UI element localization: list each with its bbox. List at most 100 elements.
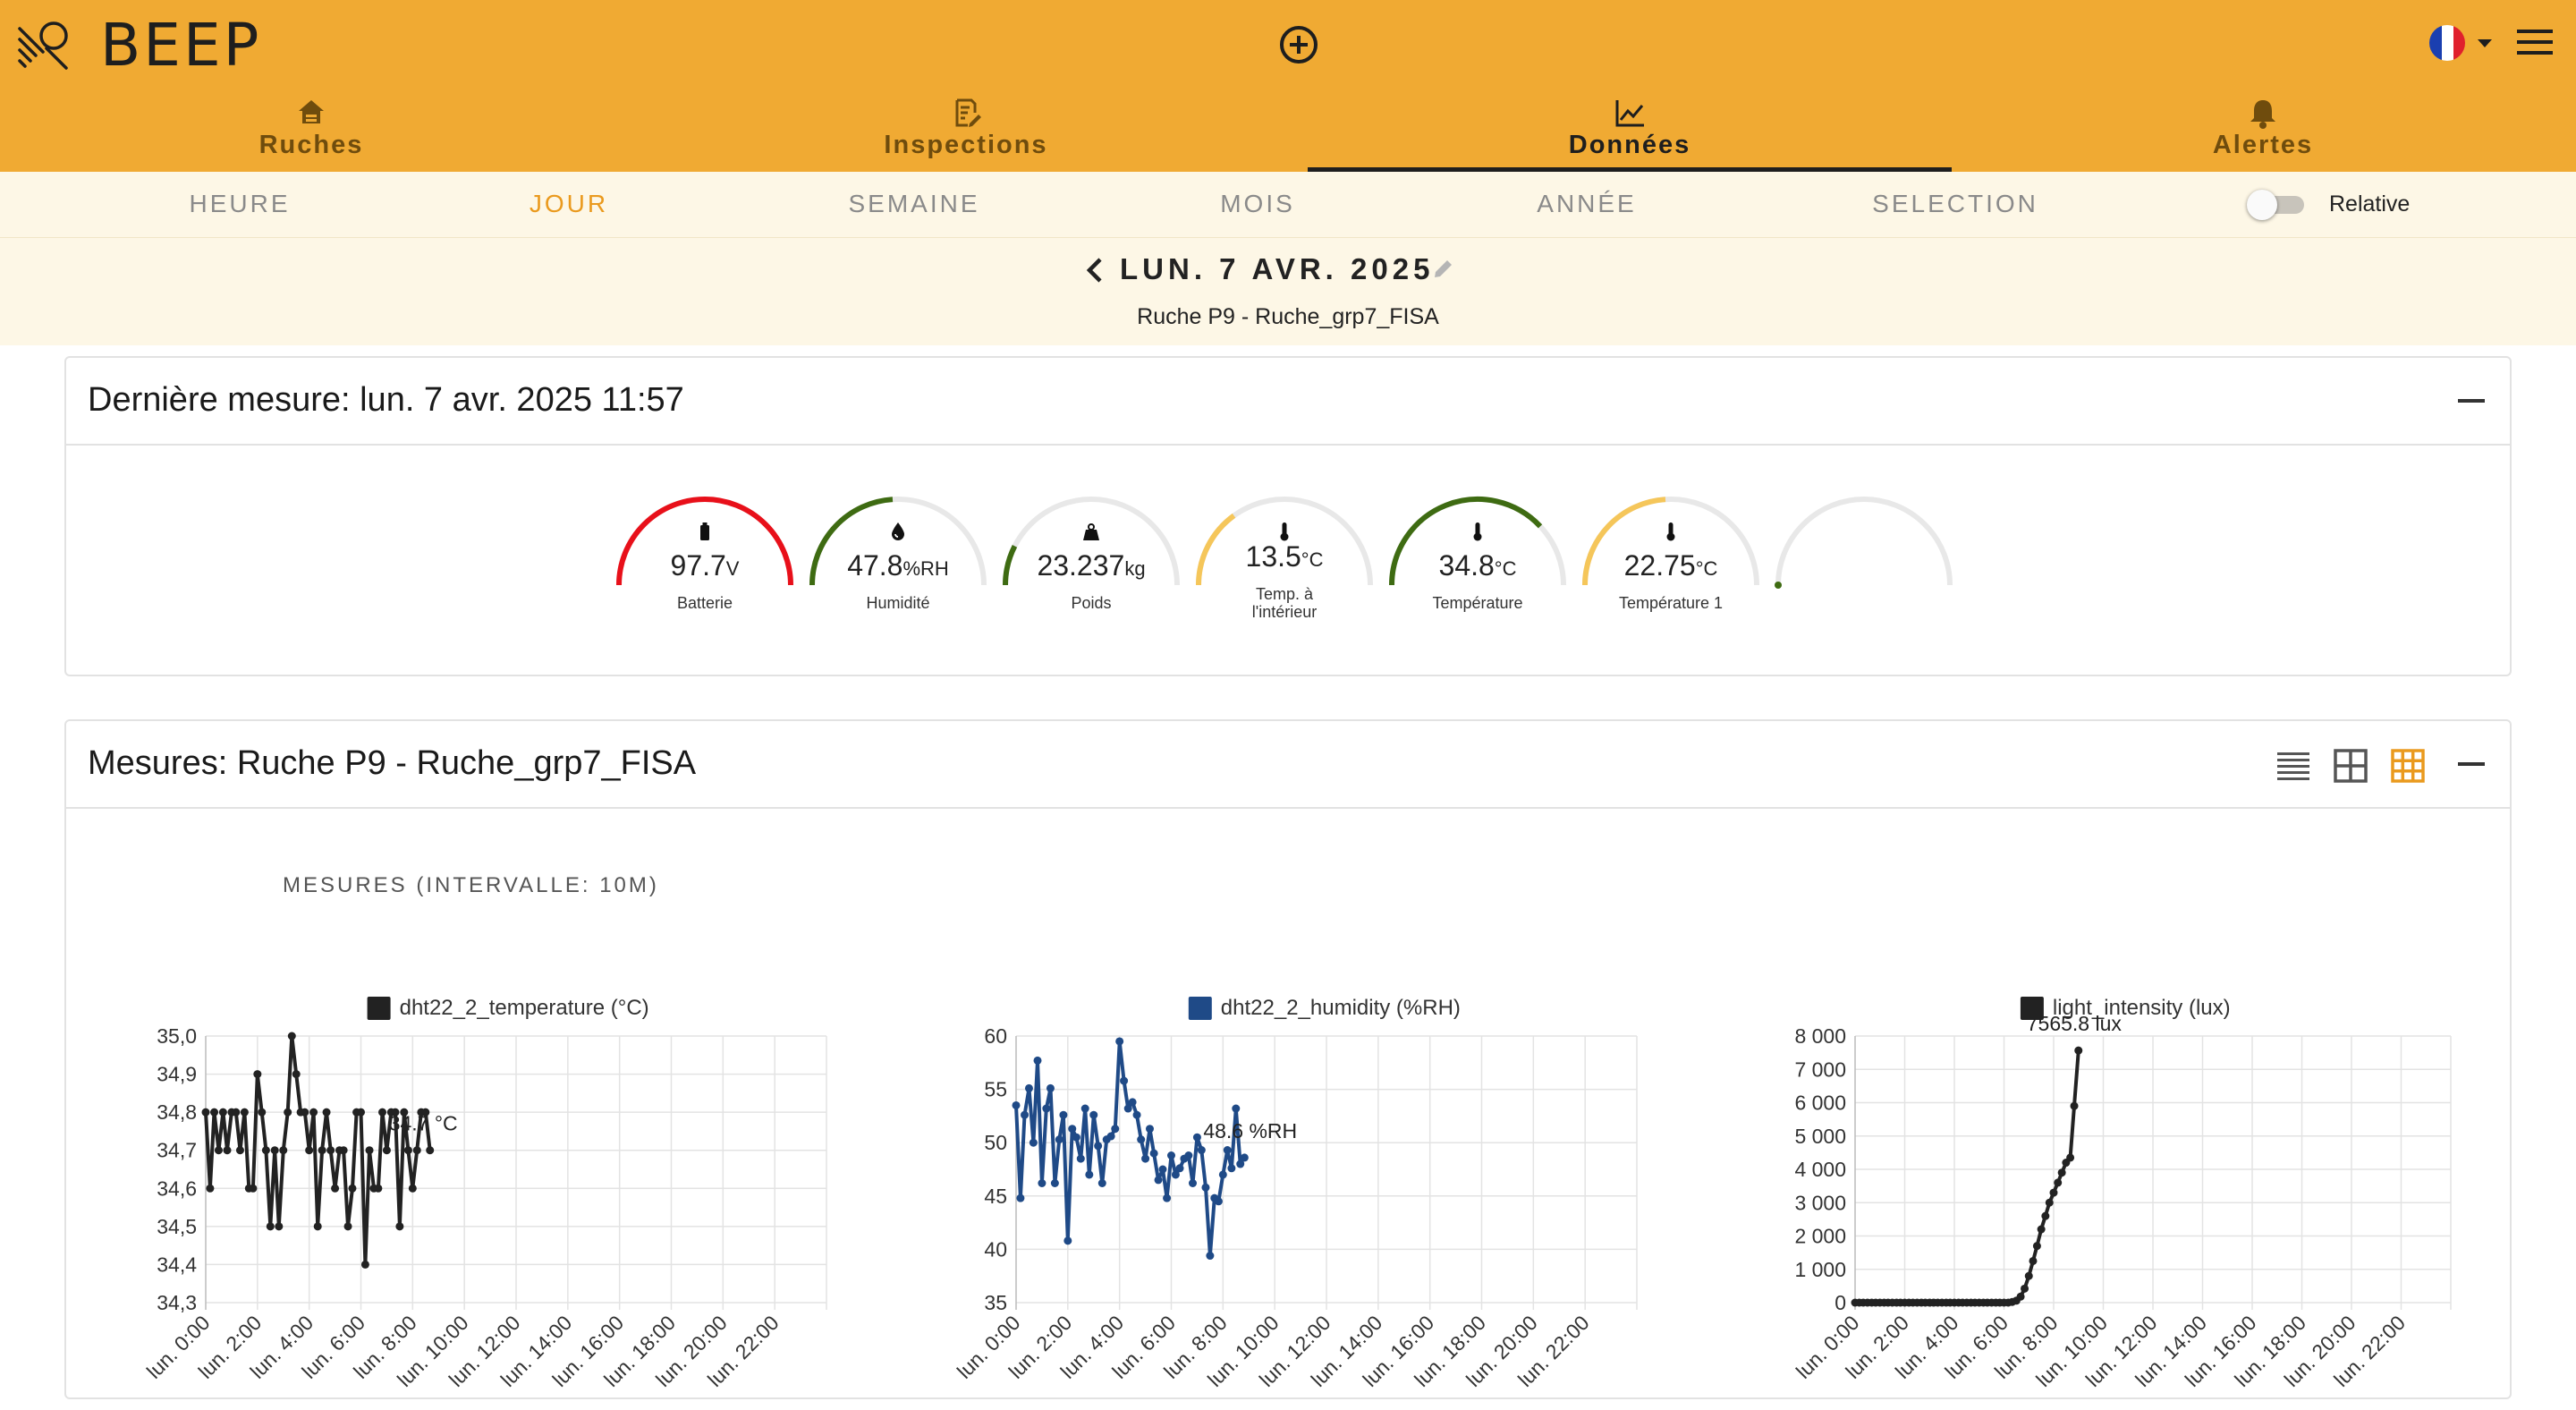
period-heure[interactable]: HEURE [189, 190, 290, 218]
collapse-icon[interactable] [2458, 399, 2485, 403]
data-point[interactable] [1080, 1104, 1089, 1113]
data-point[interactable] [1072, 1133, 1080, 1142]
tab-inspections[interactable]: Inspections [644, 93, 1288, 172]
data-point[interactable] [287, 1032, 296, 1041]
data-point[interactable] [2054, 1178, 2063, 1187]
data-point[interactable] [1033, 1056, 1042, 1065]
data-point[interactable] [1059, 1110, 1068, 1119]
data-point[interactable] [412, 1146, 421, 1155]
data-point[interactable] [1038, 1178, 1046, 1187]
period-annee[interactable]: ANNÉE [1537, 190, 1636, 218]
data-point[interactable] [1068, 1125, 1077, 1134]
data-point[interactable] [1206, 1252, 1215, 1261]
data-point[interactable] [210, 1108, 219, 1117]
data-point[interactable] [1024, 1083, 1033, 1092]
data-point[interactable] [1137, 1135, 1146, 1144]
data-point[interactable] [2037, 1225, 2046, 1234]
data-point[interactable] [1154, 1176, 1163, 1185]
period-mois[interactable]: MOIS [1220, 190, 1295, 218]
relative-toggle[interactable] [2247, 190, 2308, 220]
collapse-icon[interactable] [2458, 762, 2485, 766]
data-point[interactable] [2057, 1168, 2066, 1177]
data-point[interactable] [1063, 1236, 1072, 1245]
data-point[interactable] [275, 1222, 284, 1231]
data-point[interactable] [322, 1108, 331, 1117]
data-point[interactable] [2074, 1046, 2083, 1055]
data-point[interactable] [1197, 1146, 1206, 1155]
data-point[interactable] [2024, 1271, 2033, 1280]
data-point[interactable] [1111, 1125, 1120, 1134]
data-point[interactable] [357, 1108, 365, 1117]
data-point[interactable] [1227, 1164, 1236, 1173]
data-point[interactable] [214, 1146, 223, 1155]
data-point[interactable] [1132, 1110, 1141, 1119]
data-point[interactable] [382, 1146, 391, 1155]
data-point[interactable] [318, 1146, 326, 1155]
language-flag-fr-dropdown[interactable] [2426, 21, 2497, 64]
data-point[interactable] [1201, 1183, 1210, 1192]
data-point[interactable] [374, 1184, 383, 1193]
data-point[interactable] [201, 1108, 210, 1117]
data-point[interactable] [2049, 1188, 2058, 1197]
data-point[interactable] [426, 1146, 435, 1155]
data-point[interactable] [1106, 1132, 1115, 1141]
data-point[interactable] [1192, 1133, 1201, 1142]
grid-2x2-icon[interactable] [2333, 748, 2368, 784]
data-point[interactable] [232, 1108, 241, 1117]
data-point[interactable] [2041, 1211, 2050, 1220]
data-point[interactable] [378, 1108, 387, 1117]
data-point[interactable] [1218, 1170, 1227, 1179]
data-point[interactable] [1029, 1138, 1038, 1147]
data-point[interactable] [1021, 1110, 1030, 1119]
data-point[interactable] [1046, 1083, 1055, 1092]
grid-3x3-icon[interactable] [2390, 748, 2426, 784]
data-point[interactable] [1175, 1164, 1184, 1173]
list-view-icon[interactable] [2275, 748, 2311, 784]
data-point[interactable] [2070, 1101, 2079, 1110]
data-point[interactable] [1158, 1165, 1167, 1174]
pencil-icon[interactable] [1431, 256, 1456, 281]
data-point[interactable] [365, 1146, 374, 1155]
add-circle-icon[interactable] [1277, 23, 1320, 66]
data-point[interactable] [2032, 1242, 2041, 1251]
data-point[interactable] [1085, 1170, 1094, 1179]
data-point[interactable] [1055, 1135, 1063, 1144]
data-point[interactable] [1189, 1178, 1198, 1187]
data-point[interactable] [1141, 1154, 1150, 1163]
data-point[interactable] [2066, 1153, 2075, 1162]
data-point[interactable] [1120, 1076, 1129, 1085]
data-point[interactable] [2045, 1198, 2054, 1207]
data-point[interactable] [309, 1108, 318, 1117]
data-point[interactable] [1167, 1151, 1175, 1160]
data-point[interactable] [408, 1184, 417, 1193]
data-point[interactable] [2016, 1292, 2025, 1301]
data-point[interactable] [1050, 1178, 1059, 1187]
period-jour[interactable]: JOUR [530, 190, 608, 218]
data-point[interactable] [223, 1146, 232, 1155]
data-point[interactable] [313, 1222, 322, 1231]
data-point[interactable] [292, 1070, 301, 1079]
data-point[interactable] [1097, 1178, 1106, 1187]
data-point[interactable] [331, 1184, 340, 1193]
data-point[interactable] [279, 1146, 288, 1155]
data-point[interactable] [1149, 1149, 1158, 1158]
data-point[interactable] [218, 1108, 227, 1117]
data-point[interactable] [360, 1260, 369, 1269]
data-point[interactable] [2029, 1256, 2038, 1265]
data-point[interactable] [284, 1108, 292, 1117]
data-point[interactable] [301, 1108, 309, 1117]
chevron-left-icon[interactable] [1080, 252, 1109, 288]
data-point[interactable] [1115, 1037, 1124, 1046]
data-point[interactable] [1012, 1100, 1021, 1109]
data-point[interactable] [1042, 1104, 1051, 1113]
data-point[interactable] [235, 1146, 244, 1155]
data-point[interactable] [339, 1146, 348, 1155]
data-point[interactable] [266, 1222, 275, 1231]
data-point[interactable] [1094, 1142, 1103, 1151]
data-point[interactable] [1076, 1154, 1085, 1163]
tab-alertes[interactable]: Alertes 296 [1941, 93, 2576, 172]
period-selection[interactable]: SELECTION [1872, 190, 2038, 218]
data-point[interactable] [1145, 1125, 1154, 1134]
tab-ruches[interactable]: Ruches [0, 93, 633, 172]
data-point[interactable] [253, 1070, 262, 1079]
